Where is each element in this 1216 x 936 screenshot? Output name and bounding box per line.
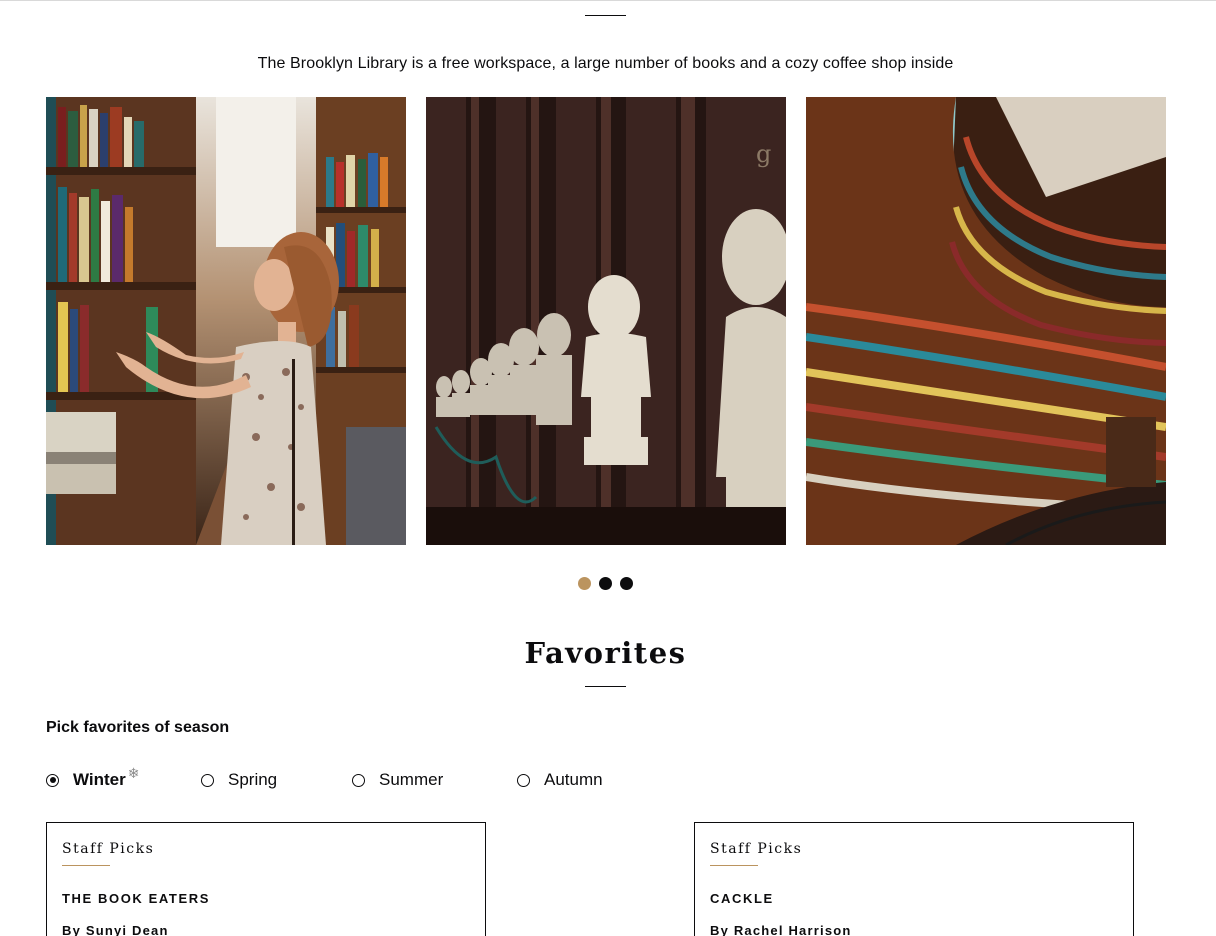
favorites-divider (585, 686, 626, 687)
book-title: THE BOOK EATERS (62, 891, 210, 906)
curved-library-bookshelves-photo (806, 97, 1166, 545)
season-label: Autumn (544, 770, 603, 789)
season-radio-summer[interactable]: Summer (352, 770, 443, 790)
staff-picks-underline (62, 865, 110, 866)
favorites-title: Favorites (524, 636, 687, 670)
slide-image-woman-browsing (46, 97, 406, 545)
book-author: By Sunyi Dean (62, 923, 169, 936)
season-label: Spring (228, 770, 278, 789)
staff-picks-tag: Staff Picks (710, 841, 803, 857)
radio-button[interactable] (201, 773, 214, 787)
radio-button[interactable] (517, 773, 530, 787)
season-radio-autumn[interactable]: Autumn (517, 770, 603, 790)
radio-button[interactable] (352, 773, 365, 787)
woman-browsing-bookshelf-photo (46, 97, 406, 545)
staff-picks-tag: Staff Picks (62, 841, 155, 857)
pick-season-label: Pick favorites of season (46, 719, 230, 736)
slide-image-curved-library (806, 97, 1166, 545)
book-card: Staff Picks CACKLE By Rachel Harrison (694, 822, 1134, 936)
season-radio-winter[interactable]: Winter ❄ (46, 766, 139, 790)
slider-dot-2[interactable] (599, 577, 612, 590)
section-top-border (0, 0, 1216, 1)
radio-button[interactable] (46, 773, 59, 787)
book-card: Staff Picks THE BOOK EATERS By Sunyi Dea… (46, 822, 486, 936)
slider-dot-3[interactable] (620, 577, 633, 590)
snowflake-icon: ❄ (127, 766, 140, 782)
slider-pagination (578, 577, 633, 590)
season-label: Winter (73, 770, 126, 789)
book-author: By Rachel Harrison (710, 923, 852, 936)
marble-busts-library-photo: g (426, 97, 786, 545)
book-title: CACKLE (710, 891, 774, 906)
svg-text:g: g (756, 140, 771, 168)
season-radio-spring[interactable]: Spring (201, 770, 277, 790)
staff-picks-underline (710, 865, 758, 866)
season-label: Summer (379, 770, 444, 789)
about-description: The Brooklyn Library is a free workspace… (257, 55, 954, 72)
section-divider (585, 15, 626, 16)
slide-image-marble-busts: g (426, 97, 786, 545)
slider-dot-1[interactable] (578, 577, 591, 590)
